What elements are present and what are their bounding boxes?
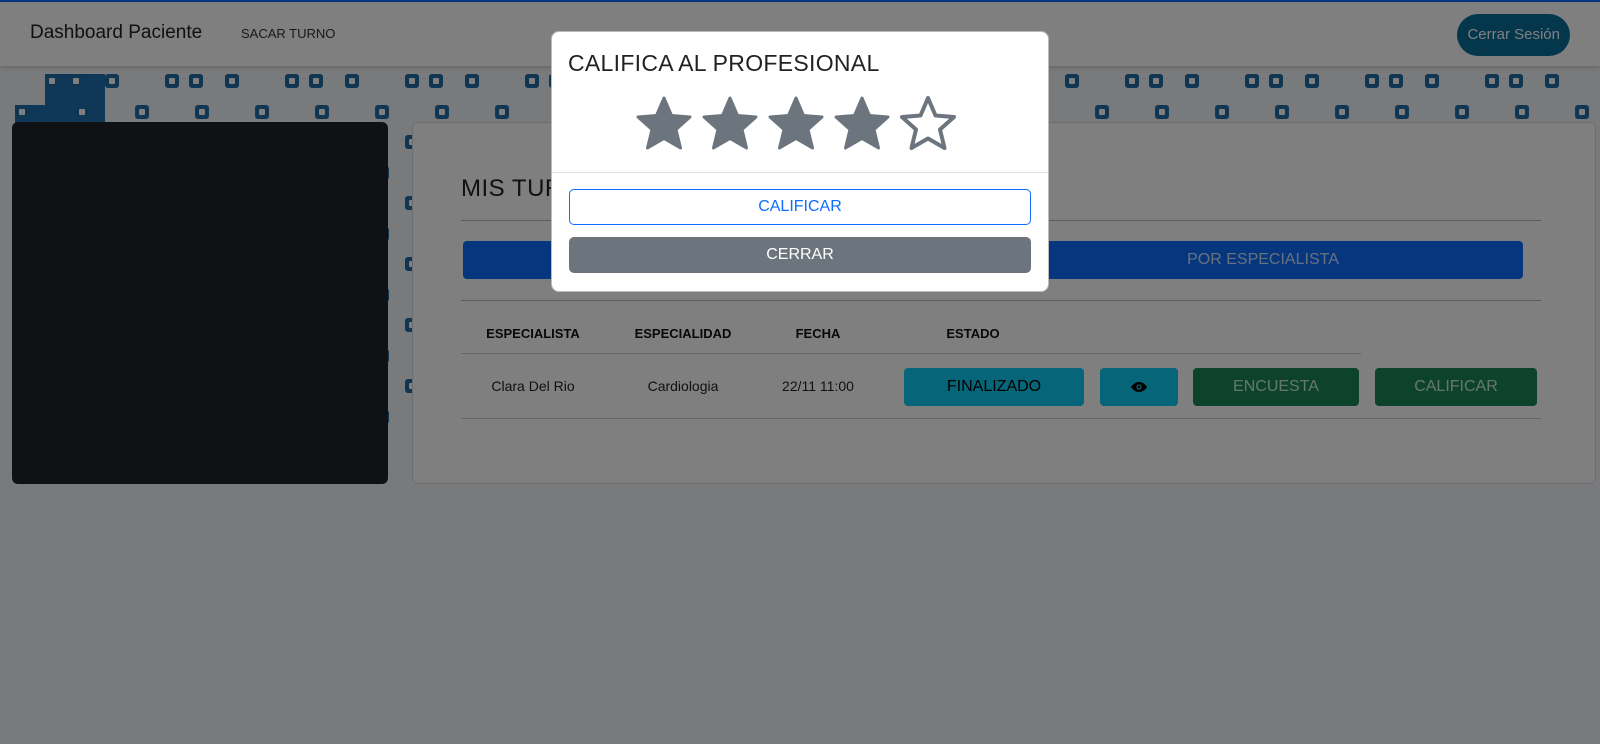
modal-divider	[552, 172, 1048, 173]
star-filled-icon[interactable]	[700, 94, 760, 154]
cerrar-button[interactable]: CERRAR	[569, 237, 1031, 273]
modal-title: CALIFICA AL PROFESIONAL	[568, 50, 880, 76]
star-empty-icon[interactable]	[898, 94, 958, 154]
star-filled-icon[interactable]	[634, 94, 694, 154]
star-rating[interactable]	[634, 94, 958, 154]
star-filled-icon[interactable]	[766, 94, 826, 154]
star-filled-icon[interactable]	[832, 94, 892, 154]
calificar-button[interactable]: CALIFICAR	[569, 189, 1031, 225]
rating-modal: CALIFICA AL PROFESIONAL CALIFICAR CERRAR	[551, 31, 1049, 292]
